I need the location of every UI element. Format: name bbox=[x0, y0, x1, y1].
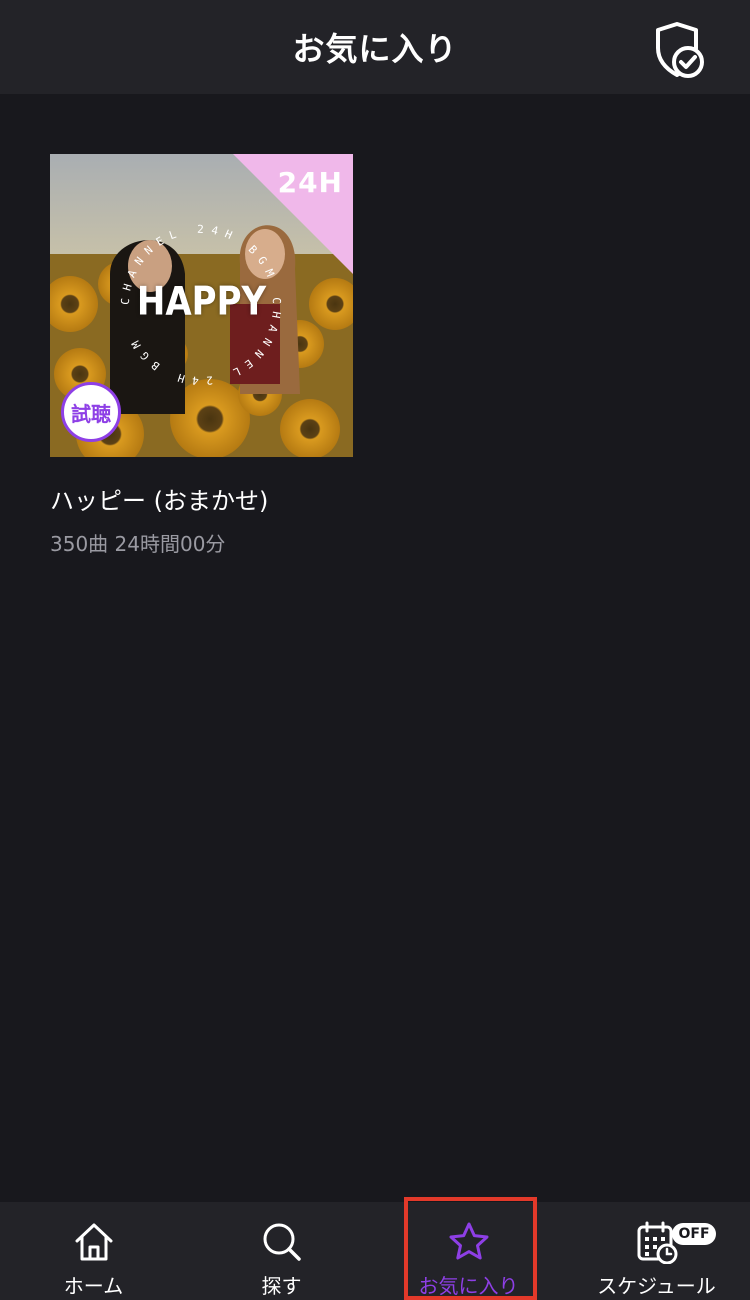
tab-home[interactable]: ホーム bbox=[0, 1202, 187, 1300]
bottom-tab-bar: ホーム 探す お気に入り スケジュール bbox=[0, 1202, 750, 1300]
privacy-shield-button[interactable] bbox=[648, 20, 708, 80]
channel-meta: 350曲 24時間00分 bbox=[50, 532, 226, 556]
channel-artwork: CHANNEL 24H BGM CHANNEL 24H BGM HAPPY 24… bbox=[50, 154, 353, 457]
trial-badge: 試聴 bbox=[61, 382, 121, 442]
artwork-title: HAPPY bbox=[136, 279, 267, 325]
calendar-clock-icon bbox=[637, 1221, 677, 1264]
tab-home-label: ホーム bbox=[63, 1274, 124, 1298]
hours-badge: 24H bbox=[277, 166, 343, 199]
tab-favorites-label: お気に入り bbox=[418, 1274, 519, 1298]
schedule-off-badge: OFF bbox=[672, 1223, 716, 1245]
home-icon bbox=[75, 1223, 112, 1261]
tab-search-label: 探す bbox=[261, 1274, 302, 1298]
tab-search[interactable]: 探す bbox=[188, 1202, 375, 1300]
star-icon bbox=[449, 1222, 488, 1260]
top-bar: お気に入り bbox=[0, 0, 750, 94]
tab-schedule[interactable]: スケジュール bbox=[563, 1202, 750, 1300]
search-icon bbox=[263, 1223, 301, 1261]
shield-check-icon bbox=[656, 22, 704, 78]
tab-favorites[interactable]: お気に入り bbox=[375, 1202, 562, 1300]
tab-schedule-label: スケジュール bbox=[597, 1274, 716, 1298]
page-title: お気に入り bbox=[292, 30, 458, 68]
favorite-card[interactable]: CHANNEL 24H BGM CHANNEL 24H BGM HAPPY 24… bbox=[50, 154, 353, 557]
channel-title: ハッピー (おまかせ) bbox=[50, 487, 269, 515]
